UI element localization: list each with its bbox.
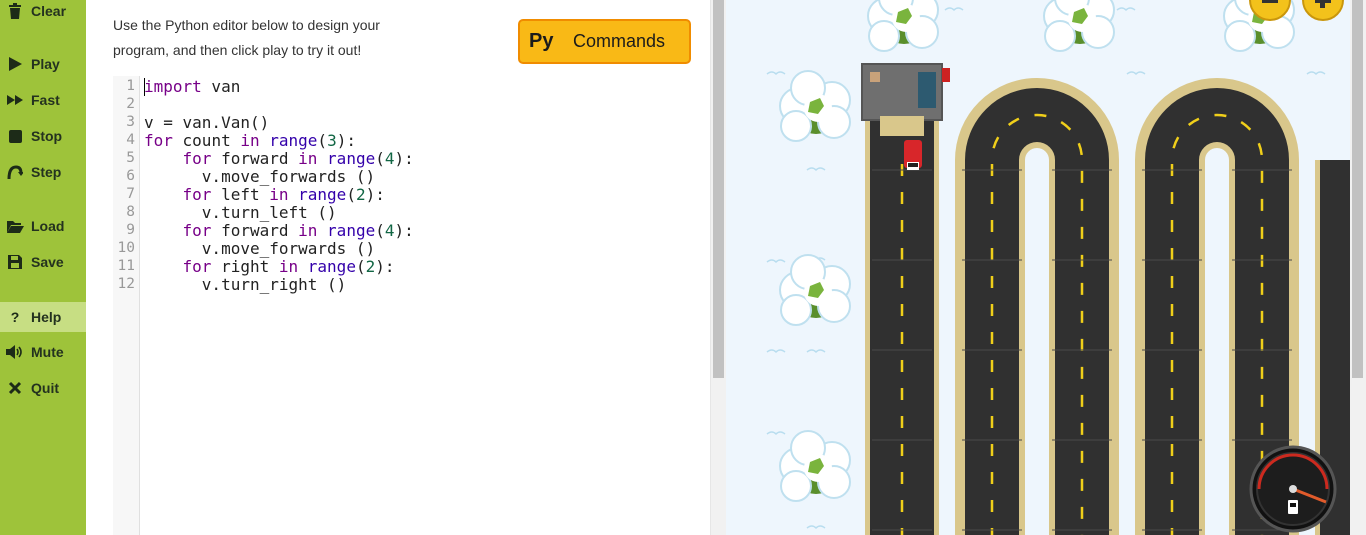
code-line[interactable]: v.turn_right ()	[144, 275, 347, 294]
quit-label: Quit	[31, 380, 59, 396]
line-number: 11	[117, 258, 135, 274]
mute-button[interactable]: Mute	[0, 337, 86, 367]
fuel-gauge-icon	[1251, 447, 1335, 531]
code-line[interactable]: import van	[144, 77, 240, 96]
speaker-icon	[6, 344, 24, 360]
stop-icon	[6, 128, 24, 144]
quit-button[interactable]: Quit	[0, 373, 86, 403]
commands-label: Commands	[573, 31, 666, 51]
editor-panel: Use the Python editor below to design yo…	[86, 0, 710, 535]
delivery-van	[904, 140, 922, 170]
code-line[interactable]: for forward in range(4):	[144, 221, 414, 240]
game-scrollbar[interactable]	[1350, 0, 1366, 535]
line-number: 9	[126, 222, 135, 238]
intro-line-1: Use the Python editor below to design yo…	[113, 17, 380, 33]
save-button[interactable]: Save	[0, 247, 86, 277]
clear-button[interactable]: Clear	[0, 0, 86, 26]
app: Clear Play Fast Stop Step Load Save ? He…	[0, 0, 1366, 535]
game-canvas[interactable]	[726, 0, 1366, 535]
line-number: 1	[126, 78, 135, 94]
line-gutter: 1 2 3 4 5 6 7 8 9 10 11 12	[113, 76, 140, 535]
intro-text: Use the Python editor below to design yo…	[113, 13, 413, 63]
question-icon: ?	[10, 309, 20, 325]
save-label: Save	[31, 254, 64, 270]
line-number: 10	[117, 240, 135, 256]
code-line[interactable]: for right in range(2):	[144, 257, 395, 276]
folder-open-icon	[6, 218, 24, 234]
stop-label: Stop	[31, 128, 63, 144]
line-number: 6	[126, 168, 135, 184]
load-label: Load	[31, 218, 65, 234]
python-logo-icon: Py	[529, 30, 554, 52]
step-icon	[6, 164, 24, 180]
fast-label: Fast	[31, 92, 60, 108]
play-icon	[6, 56, 24, 72]
game-scrollbar-thumb[interactable]	[1352, 0, 1363, 378]
line-number: 12	[117, 276, 135, 292]
intro-line-2: program, and then click play to try it o…	[113, 42, 362, 58]
line-number: 4	[126, 132, 135, 148]
play-button[interactable]: Play	[0, 49, 86, 79]
code-line[interactable]: v.turn_left ()	[144, 203, 337, 222]
mute-label: Mute	[31, 344, 64, 360]
help-button[interactable]: ? Help	[0, 302, 86, 332]
clear-label: Clear	[31, 3, 67, 19]
line-number: 2	[126, 96, 135, 112]
zoom-out-icon[interactable]	[1250, 0, 1290, 20]
zoom-in-icon[interactable]	[1303, 0, 1343, 20]
save-icon	[6, 254, 24, 270]
code-line[interactable]: for left in range(2):	[144, 185, 385, 204]
load-button[interactable]: Load	[0, 211, 86, 241]
code-line[interactable]: for count in range(3):	[144, 131, 356, 150]
code-editor[interactable]: 1 2 3 4 5 6 7 8 9 10 11 12 import van v =…	[113, 76, 710, 535]
editor-scrollbar-thumb[interactable]	[713, 0, 724, 378]
step-button[interactable]: Step	[0, 157, 86, 187]
fast-button[interactable]: Fast	[0, 85, 86, 115]
editor-scrollbar[interactable]	[710, 0, 726, 535]
code-line[interactable]: v = van.Van()	[144, 113, 269, 132]
close-icon	[6, 380, 24, 396]
stop-button[interactable]: Stop	[0, 121, 86, 151]
fast-forward-icon	[6, 92, 24, 108]
code-line[interactable]: for forward in range(4):	[144, 149, 414, 168]
help-label: Help	[31, 309, 62, 325]
step-label: Step	[31, 164, 62, 180]
tree-cloud	[1043, 0, 1115, 52]
play-label: Play	[31, 56, 60, 72]
line-number: 7	[126, 186, 135, 202]
line-number: 5	[126, 150, 135, 166]
code-line[interactable]: v.move_forwards ()	[144, 239, 375, 258]
commands-button[interactable]: Py Commands	[518, 19, 691, 64]
tree-cloud	[867, 0, 939, 52]
trash-icon	[6, 3, 24, 19]
line-number: 3	[126, 114, 135, 130]
code-line[interactable]: v.move_forwards ()	[144, 167, 375, 186]
line-number: 8	[126, 204, 135, 220]
sidebar: Clear Play Fast Stop Step Load Save ? He…	[0, 0, 86, 535]
